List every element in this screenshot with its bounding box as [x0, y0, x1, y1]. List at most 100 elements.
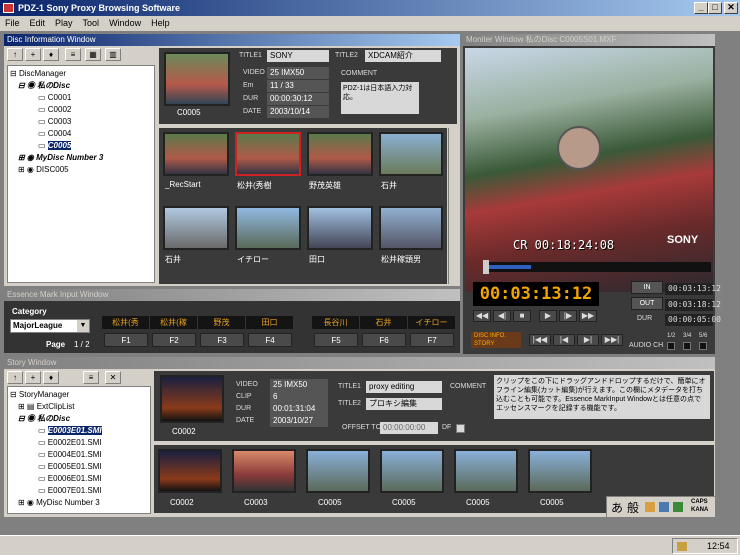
f4-button[interactable]: F4 — [248, 333, 292, 347]
tree-story-item[interactable]: ▭ E0007E01.SMI — [10, 485, 148, 497]
audio-ch-3-4-toggle[interactable] — [683, 342, 691, 350]
tree-story-item[interactable]: ▭ E0005E01.SMI — [10, 461, 148, 473]
strip-clip-thumbnail[interactable] — [380, 449, 444, 493]
story-title2-field[interactable]: プロキシ編集 — [366, 398, 442, 410]
grid-icon[interactable]: ▦ — [85, 48, 101, 61]
chevron-down-icon[interactable]: ▼ — [77, 320, 89, 332]
f5-button[interactable]: F5 — [314, 333, 358, 347]
go-end-button[interactable]: ▶▶| — [601, 334, 623, 346]
tree-story-selected[interactable]: ▭ E0003E01.SMI — [10, 425, 148, 437]
fast-forward-button[interactable]: ▶▶ — [579, 310, 597, 322]
ime-hiragana-mode[interactable]: あ — [611, 499, 623, 516]
mark-slot[interactable]: 野茂 — [198, 316, 246, 329]
story-title1-field[interactable]: proxy editing — [366, 381, 442, 393]
menu-play[interactable]: Play — [50, 18, 78, 28]
strip-clip-thumbnail[interactable] — [306, 449, 370, 493]
title2-field[interactable]: XDCAM紹介 — [365, 50, 441, 62]
tray-icon[interactable] — [677, 542, 687, 551]
tree-clip[interactable]: ▭ C0003 — [10, 116, 152, 128]
disc-info-button[interactable]: DISC INFO. — [474, 332, 521, 340]
thumbnail[interactable] — [163, 132, 229, 176]
ime-pad-icon[interactable] — [659, 502, 669, 512]
up-icon[interactable]: ↑ — [7, 48, 23, 61]
stop-button[interactable]: ■ — [513, 310, 531, 322]
play-button[interactable]: ▶ — [539, 310, 557, 322]
tree-disc-1[interactable]: ⊟ ◉ 私のDisc — [10, 80, 152, 92]
tree-disc-3[interactable]: ⊞ ◉ DISC005 — [10, 164, 152, 176]
strip-clip-thumbnail[interactable] — [158, 449, 222, 493]
delete-icon[interactable]: ✕ — [105, 371, 121, 384]
offset-tc-field[interactable]: 00:00:00:00 — [380, 422, 438, 434]
mark-slot[interactable]: 松井(秀 — [102, 316, 150, 329]
story-tree-root[interactable]: ⊟ StoryManager — [10, 389, 148, 401]
menu-edit[interactable]: Edit — [25, 18, 51, 28]
tree-story-disc-2[interactable]: ⊞ ◉ MyDisc Number 3 — [10, 497, 148, 509]
tree-clip-selected[interactable]: ▭ C0005 — [10, 140, 152, 152]
menu-help[interactable]: Help — [146, 18, 175, 28]
tree-clip[interactable]: ▭ C0001 — [10, 92, 152, 104]
comment-field[interactable]: PDZ-1は日本語入力対応。 — [341, 82, 419, 114]
tree-ext-clip-list[interactable]: ⊞ ▤ ExtClipList — [10, 401, 148, 413]
thumbnail[interactable] — [163, 206, 229, 250]
f6-button[interactable]: F6 — [362, 333, 406, 347]
f3-button[interactable]: F3 — [200, 333, 244, 347]
rewind-button[interactable]: ◀◀ — [473, 310, 491, 322]
f1-button[interactable]: F1 — [104, 333, 148, 347]
seek-handle[interactable] — [483, 260, 489, 274]
step-back-button[interactable]: ◀| — [493, 310, 511, 322]
close-button[interactable]: ✕ — [724, 2, 738, 14]
tree-story-item[interactable]: ▭ E0006E01.SMI — [10, 473, 148, 485]
story-comment-field[interactable]: クリップをこの下にドラッグアンドドロップするだけで、簡単にオフライン編集(カット… — [494, 375, 710, 419]
tree-root[interactable]: ⊟ DiscManager — [10, 68, 152, 80]
mark-slot[interactable]: 田口 — [246, 316, 294, 329]
out-button[interactable]: OUT — [631, 297, 663, 310]
df-checkbox[interactable] — [456, 424, 465, 433]
tree-disc-2[interactable]: ⊞ ◉ MyDisc Number 3 — [10, 152, 152, 164]
thumbnail[interactable] — [379, 206, 443, 250]
thumbnail-selected[interactable] — [235, 132, 301, 176]
audio-ch-1-2-toggle[interactable] — [667, 342, 675, 350]
thumbnail-scrollbar[interactable] — [448, 128, 457, 284]
find-icon[interactable]: ♦ — [43, 48, 59, 61]
tree-clip[interactable]: ▭ C0002 — [10, 104, 152, 116]
audio-ch-5-6-toggle[interactable] — [699, 342, 707, 350]
ime-conversion-mode[interactable]: 般 — [627, 499, 639, 516]
strip-clip-thumbnail[interactable] — [454, 449, 518, 493]
next-mark-button[interactable]: ▶| — [577, 334, 599, 346]
clip-thumbnail[interactable] — [164, 52, 230, 106]
ime-help-icon[interactable] — [673, 502, 683, 512]
tree-clip[interactable]: ▭ C0004 — [10, 128, 152, 140]
menu-file[interactable]: File — [0, 18, 25, 28]
menu-window[interactable]: Window — [104, 18, 146, 28]
maximize-button[interactable]: □ — [708, 2, 722, 14]
mark-slot[interactable]: 石井 — [360, 316, 408, 329]
tree-story-item[interactable]: ▭ E0002E01.SMI — [10, 437, 148, 449]
find-icon[interactable]: ♦ — [43, 371, 59, 384]
story-button[interactable]: STORY — [474, 340, 521, 348]
ime-tool-icon[interactable] — [645, 502, 655, 512]
title1-field[interactable]: SONY — [267, 50, 329, 62]
video-preview[interactable]: CR 00:18:24:08 SONY — [465, 48, 713, 292]
menu-tool[interactable]: Tool — [78, 18, 105, 28]
add-icon[interactable]: + — [25, 48, 41, 61]
mark-slot[interactable]: 長谷川 — [312, 316, 360, 329]
minimize-button[interactable]: _ — [694, 2, 708, 14]
up-icon[interactable]: ↑ — [7, 371, 23, 384]
go-start-button[interactable]: |◀◀ — [529, 334, 551, 346]
thumbnail[interactable] — [307, 206, 373, 250]
add-icon[interactable]: + — [25, 371, 41, 384]
thumbnail[interactable] — [235, 206, 301, 250]
seek-bar[interactable] — [483, 260, 711, 274]
step-forward-button[interactable]: |▶ — [559, 310, 577, 322]
category-select[interactable]: MajorLeague ▼ — [10, 319, 90, 333]
thumbnail[interactable] — [307, 132, 373, 176]
f7-button[interactable]: F7 — [410, 333, 454, 347]
list-icon[interactable]: ≡ — [83, 371, 99, 384]
strip-clip-thumbnail[interactable] — [528, 449, 592, 493]
story-clip-thumbnail[interactable] — [160, 375, 224, 423]
strip-clip-thumbnail[interactable] — [232, 449, 296, 493]
tree-story-item[interactable]: ▭ E0004E01.SMI — [10, 449, 148, 461]
prev-mark-button[interactable]: |◀ — [553, 334, 575, 346]
detail-icon[interactable]: ▥ — [105, 48, 121, 61]
mark-slot[interactable]: イチロー — [408, 316, 456, 329]
